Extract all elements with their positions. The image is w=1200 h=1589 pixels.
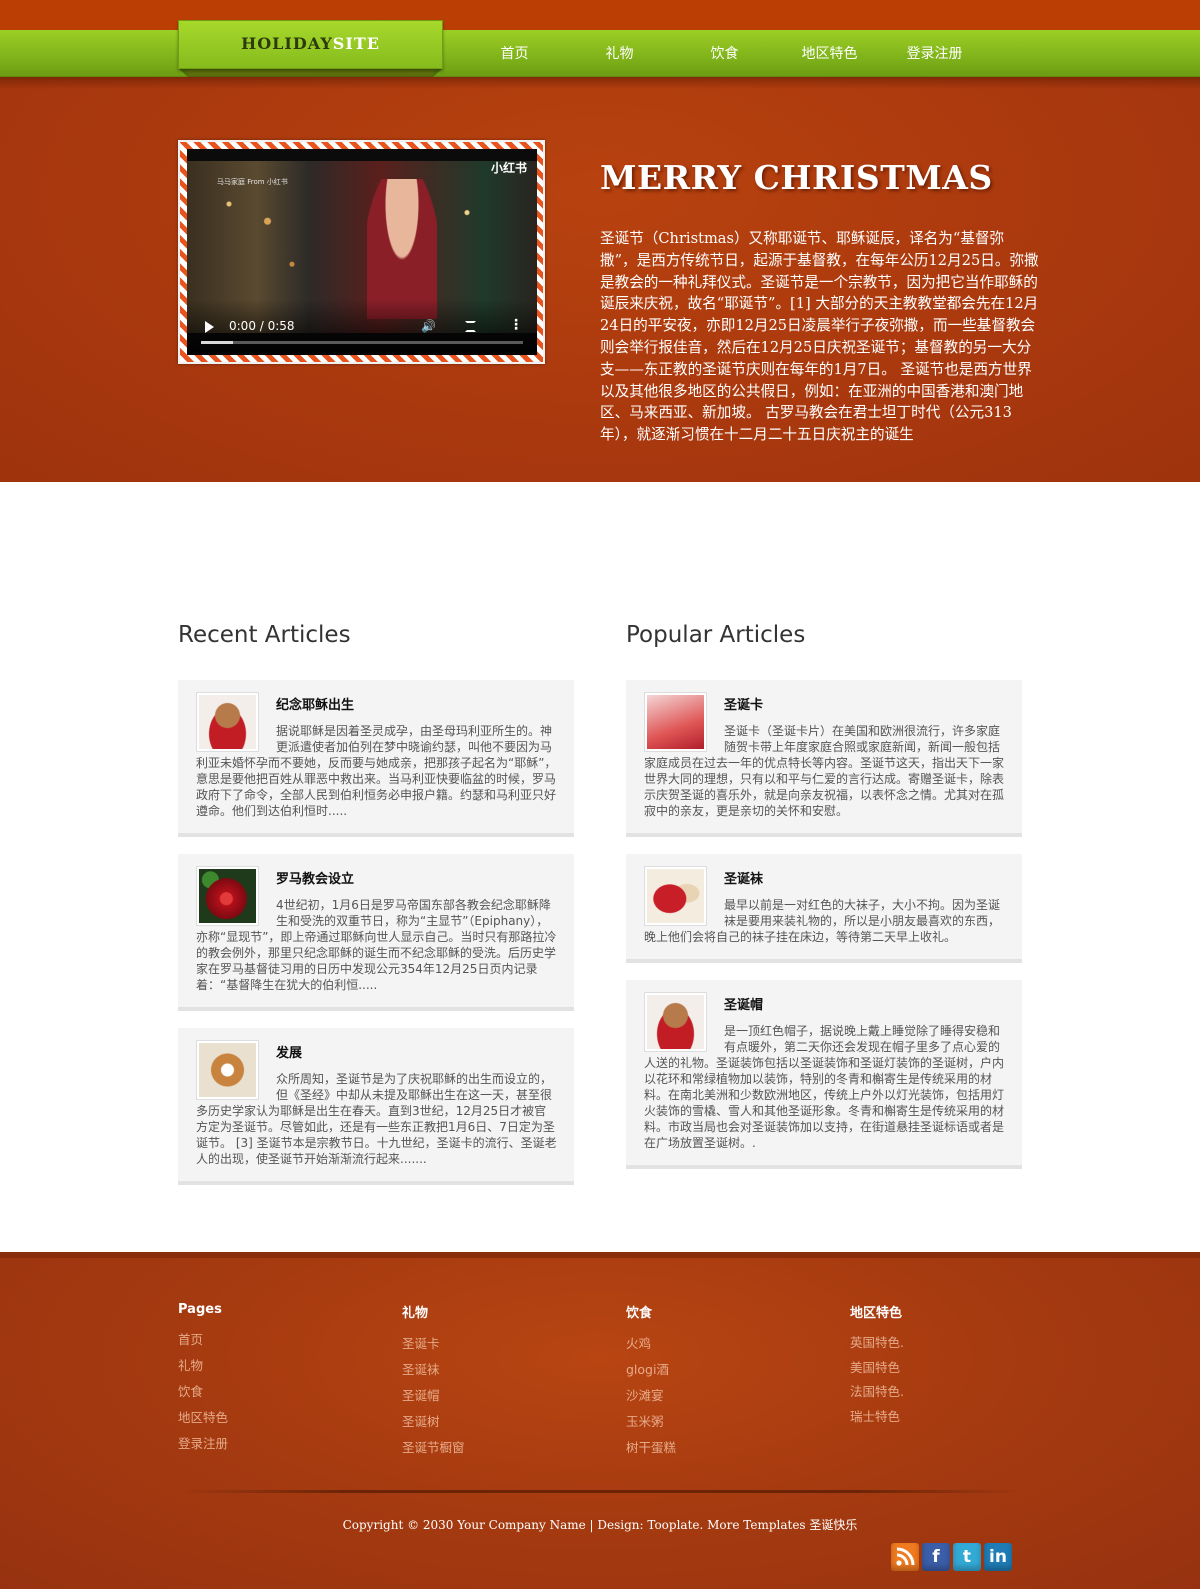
footer-link[interactable]: 饮食 [178,1379,378,1405]
article-card: 发展 众所周知，圣诞节是为了庆祝耶稣的出生而设立的，但《圣经》中却从未提及耶稣出… [178,1028,574,1185]
footer-link[interactable]: 美国特色 [850,1356,1050,1381]
footer-column-pages: Pages 首页 礼物 饮食 地区特色 登录注册 [178,1302,378,1457]
nav-shadow [0,77,1200,89]
footer-link[interactable]: 圣诞卡 [402,1331,602,1357]
footer-heading: 饮食 [626,1306,653,1321]
video-progress-bar[interactable] [201,341,523,344]
footer-link[interactable]: 首页 [178,1327,378,1353]
nav-gifts[interactable]: 礼物 [567,30,672,77]
site-footer: Pages 首页 礼物 饮食 地区特色 登录注册 礼物 圣诞卡 圣诞袜 圣诞帽 … [0,1252,1200,1589]
recent-articles-heading: Recent Articles [178,622,351,648]
copyright-text: Copyright © 2030 Your Company Name | Des… [342,1518,858,1532]
logo-fold-left [178,68,188,77]
footer-link[interactable]: 法国特色. [850,1380,1050,1405]
logo-shadow [188,69,433,77]
linkedin-icon[interactable]: in [984,1543,1012,1571]
article-card: 纪念耶稣出生 据说耶稣是因着圣灵成孕，由圣母玛利亚所生的。神更派遣使者加伯列在梦… [178,680,574,837]
footer-link[interactable]: 玉米粥 [626,1409,826,1435]
video-player[interactable]: 马马家庭 From 小红书 小红书 0:00 / 0:58 🔊 ⋮ [187,149,537,355]
footer-link[interactable]: 圣诞节橱窗 [402,1435,602,1461]
video-brand: 马马家庭 From 小红书 [217,178,288,186]
christmas-sock-image [647,869,704,923]
christmas-card-image [647,695,704,749]
cookie-image [199,1043,256,1097]
article-card: 圣诞帽 是一顶红色帽子，据说晚上戴上睡觉除了睡得安稳和有点暖外，第二天你还会发现… [626,980,1022,1169]
footer-heading: 地区特色 [850,1306,903,1321]
hero-title: MERRY CHRISTMAS [600,158,993,197]
video-controls: 0:00 / 0:58 🔊 ⋮ [187,299,537,355]
article-card: 圣诞卡 圣诞卡（圣诞卡片）在美国和欧洲很流行，许多家庭随贺卡带上年度家庭合照或家… [626,680,1022,837]
nav-login[interactable]: 登录注册 [882,30,987,77]
video-watermark: 小红书 [490,161,527,175]
footer-link[interactable]: 地区特色 [178,1405,378,1431]
footer-link[interactable]: 英国特色. [850,1331,1050,1356]
more-options-icon[interactable]: ⋮ [509,317,523,333]
nav-regional[interactable]: 地区特色 [777,30,882,77]
footer-link[interactable]: 火鸡 [626,1331,826,1357]
logo-text-site: SITE [332,34,380,53]
footer-link[interactable]: 圣诞帽 [402,1383,602,1409]
footer-link[interactable]: 瑞士特色 [850,1405,1050,1430]
hero-description: 圣诞节（Christmas）又称耶诞节、耶稣诞辰，译名为“基督弥撒”，是西方传统… [600,230,1039,444]
reindeer-image [199,695,256,749]
volume-icon[interactable]: 🔊 [421,319,436,333]
article-thumbnail[interactable] [644,692,707,752]
main-nav: 首页 礼物 饮食 地区特色 登录注册 [462,30,987,77]
footer-heading: 礼物 [402,1306,429,1321]
footer-divider [178,1490,1023,1493]
footer-column-food: 饮食 火鸡 glogi酒 沙滩宴 玉米粥 树干蛋糕 [626,1302,826,1461]
footer-link[interactable]: glogi酒 [626,1357,826,1383]
footer-link[interactable]: 树干蛋糕 [626,1435,826,1461]
footer-column-gifts: 礼物 圣诞卡 圣诞袜 圣诞帽 圣诞树 圣诞节橱窗 [402,1302,602,1461]
article-card: 圣诞袜 最早以前是一对红色的大袜子，大小不拘。因为圣诞袜是要用来装礼物的，所以是… [626,854,1022,963]
site-logo[interactable]: HOLIDAYSITE [178,20,443,69]
video-person [367,179,437,319]
fullscreen-icon[interactable] [465,321,476,332]
video-frame: 马马家庭 From 小红书 小红书 0:00 / 0:58 🔊 ⋮ [178,140,545,364]
article-thumbnail[interactable] [196,1040,259,1100]
footer-link[interactable]: 圣诞树 [402,1409,602,1435]
play-icon[interactable] [205,321,214,333]
rss-glyph [896,1547,915,1566]
logo-text-holiday: HOLIDAY [241,34,333,53]
article-thumbnail[interactable] [196,866,259,926]
ornament-image [199,869,256,923]
facebook-icon[interactable]: f [922,1543,950,1571]
footer-link[interactable]: 礼物 [178,1353,378,1379]
popular-articles: Popular Articles 圣诞卡 圣诞卡（圣诞卡片）在美国和欧洲很流行，… [626,620,1022,1186]
footer-link[interactable]: 圣诞袜 [402,1357,602,1383]
rss-icon[interactable] [891,1543,919,1571]
twitter-icon[interactable]: t [953,1543,981,1571]
article-card: 罗马教会设立 4世纪初，1月6日是罗马帝国东部各教会纪念耶稣降生和受洗的双重节日… [178,854,574,1011]
article-thumbnail[interactable] [644,992,707,1052]
footer-link[interactable]: 登录注册 [178,1431,378,1457]
article-thumbnail[interactable] [196,692,259,752]
reindeer-image [647,995,704,1049]
recent-articles: Recent Articles 纪念耶稣出生 据说耶稣是因着圣灵成孕，由圣母玛利… [178,620,574,1202]
nav-food[interactable]: 饮食 [672,30,777,77]
footer-link[interactable]: 沙滩宴 [626,1383,826,1409]
footer-column-regional: 地区特色 英国特色. 美国特色 法国特色. 瑞士特色 [850,1302,1050,1429]
article-thumbnail[interactable] [644,866,707,926]
video-time: 0:00 / 0:58 [229,319,295,333]
social-links: f t in [888,1543,1012,1571]
logo-fold-right [433,68,443,77]
nav-home[interactable]: 首页 [462,30,567,77]
popular-articles-heading: Popular Articles [626,622,806,648]
video-progress-fill [201,341,234,344]
footer-heading: Pages [178,1302,222,1317]
